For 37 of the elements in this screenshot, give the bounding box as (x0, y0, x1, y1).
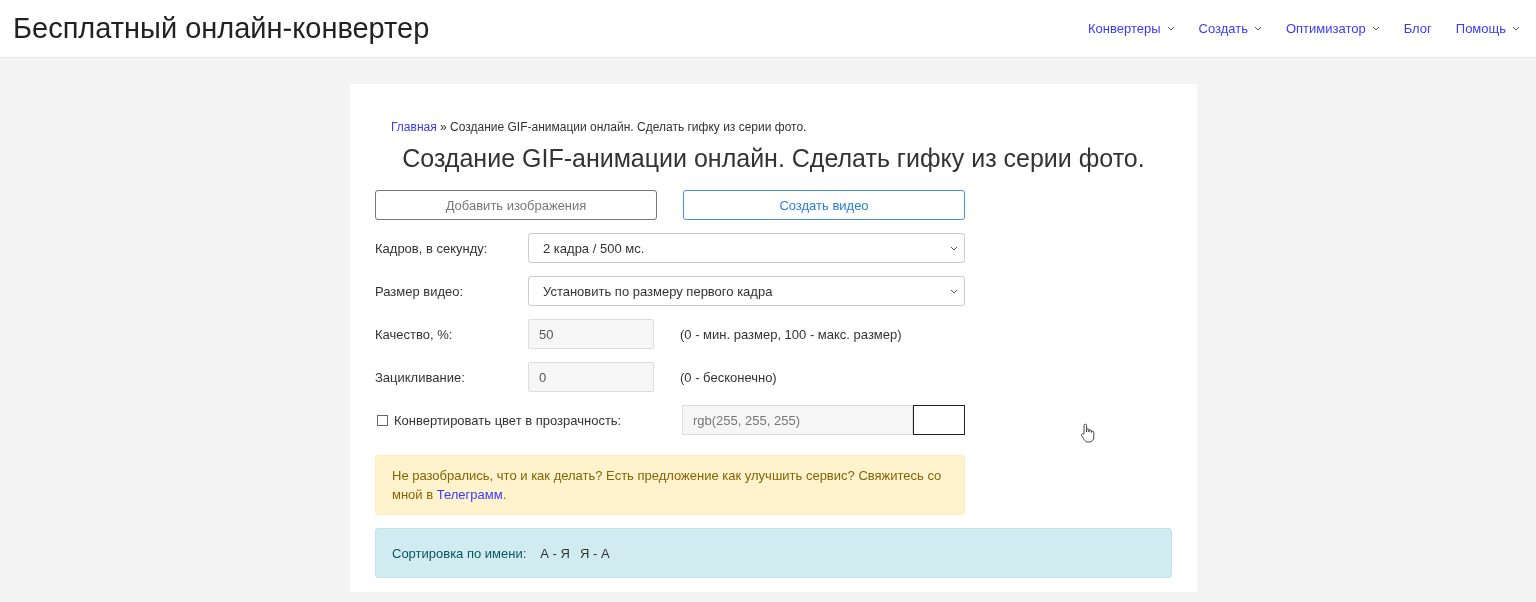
select-field[interactable]: Установить по размеру первого кадра (528, 276, 965, 306)
notice-message: Не разобрались, что и как делать? Есть предложение как улучшить сервис? Свяжитесь со мной в Телеграмм. (375, 455, 965, 515)
field-label: Качество, %: (375, 326, 454, 342)
nav-link[interactable]: Создать (1198, 21, 1262, 36)
nav-link[interactable]: Помощь (1455, 21, 1520, 36)
sort-link[interactable]: Я - А (579, 545, 610, 561)
input-field[interactable]: 50 (528, 319, 654, 349)
field-label: Зацикливание: (375, 369, 466, 385)
color-field[interactable]: rgb(255, 255, 255) (682, 405, 914, 435)
site-title: Бесплатный онлайн-конвертер (13, 12, 430, 45)
add-images-button[interactable]: Добавить изображения (375, 190, 657, 220)
sort-link[interactable]: А - Я (540, 545, 570, 561)
field-hint: (0 - бесконечно) (680, 369, 777, 385)
checkbox-label: Конвертировать цвет в прозрачность: (394, 412, 622, 428)
chevron-down-icon (1371, 26, 1380, 31)
nav-link[interactable]: Оптимизатор (1285, 21, 1380, 36)
field-hint: (0 - мин. размер, 100 - макс. размер) (680, 326, 902, 342)
field-label: Кадров, в секунду: (375, 240, 489, 256)
create-video-button[interactable]: Создать видео (683, 190, 965, 220)
chevron-down-icon (1166, 26, 1175, 31)
sort-label: Сортировка по имени: (392, 545, 527, 561)
chevron-down-icon (1253, 26, 1262, 31)
nav-link[interactable]: Блог (1403, 21, 1432, 36)
breadcrumb-link[interactable]: Главная (391, 120, 437, 134)
breadcrumb: Главная » Создание GIF-анимации онлайн. Сделать гифку из серии фото. (390, 120, 808, 134)
checkbox[interactable] (377, 414, 388, 426)
color-swatch[interactable] (913, 405, 965, 435)
select-field[interactable]: 2 кадра / 500 мс. (528, 233, 965, 263)
hand-cursor-icon (1080, 423, 1096, 443)
nav-link[interactable]: Конвертеры (1088, 21, 1175, 36)
page-title: Создание GIF-анимации онлайн. Сделать гифку из серии фото. (401, 144, 1146, 173)
telegram-link[interactable]: Телеграмм (436, 487, 503, 502)
field-label: Размер видео: (375, 283, 465, 299)
chevron-down-icon (950, 288, 958, 294)
chevron-down-icon (1512, 26, 1520, 31)
input-field[interactable]: 0 (528, 362, 654, 392)
chevron-down-icon (950, 245, 958, 251)
